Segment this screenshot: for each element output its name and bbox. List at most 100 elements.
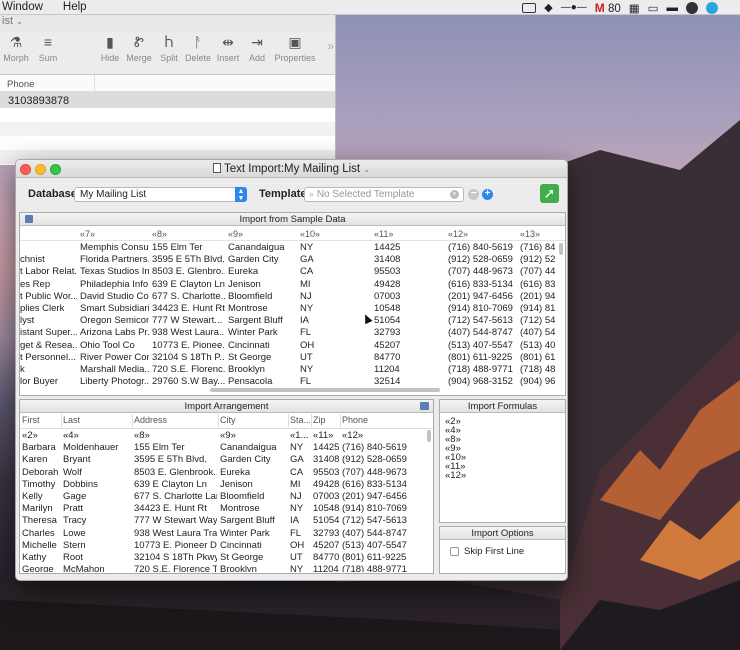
table-cell: Canandaigua: [220, 442, 277, 454]
table-row[interactable]: Timothy Dobbins 639 E Clayton Ln Jenison MI 4…: [20, 479, 430, 491]
sample-column-label[interactable]: «11»: [374, 229, 393, 239]
table-cell: Smart Subsidiari...: [80, 303, 149, 314]
column-header-phone[interactable]: Phone: [0, 75, 335, 92]
arrangement-vertical-scrollbar[interactable]: [427, 430, 431, 442]
table-row[interactable]: Barbara Moldenhauer 155 Elm Ter Canandaigua…: [20, 442, 430, 454]
table-row[interactable]: lor Buyer Liberty Photogr... 29760 S.W Bay…: [20, 376, 560, 386]
formula-item[interactable]: «12»: [445, 471, 466, 481]
table-row[interactable]: Theresa Tracy 777 W Stewart Way Sargent Blu…: [20, 515, 430, 527]
database-popup[interactable]: My Mailing List ▲ ▼: [74, 187, 247, 202]
arrangement-column-label[interactable]: Last: [63, 415, 131, 425]
table-cell: Jenison: [228, 278, 261, 290]
table-cell: Moldenhauer: [63, 442, 119, 454]
arrangement-column-label[interactable]: Phone: [342, 415, 427, 425]
camera-icon[interactable]: [522, 2, 537, 13]
chat-icon[interactable]: ▬: [667, 2, 679, 14]
overflow-chevron-icon[interactable]: »: [327, 39, 334, 53]
table-cell: 3595 E 5Th Blvd.: [152, 254, 225, 266]
chevron-down-icon[interactable]: ⌄: [363, 165, 370, 174]
display-icon[interactable]: ▭: [648, 1, 659, 15]
table-row[interactable]: Marilyn Pratt 34423 E. Hunt Rt Montrose NY 10…: [20, 503, 430, 515]
table-row[interactable]: k Marshall Media... 720 S.E. Florenc... Bro…: [20, 364, 560, 376]
toolbar-label: Morph: [3, 53, 29, 63]
zoom-button[interactable]: [50, 164, 61, 175]
table-cell: Deborah: [22, 466, 59, 478]
add-template-button[interactable]: +: [482, 189, 493, 200]
grid-icon[interactable]: ▦: [629, 1, 640, 15]
minimize-button[interactable]: [35, 164, 46, 175]
title-bar[interactable]: Text Import:My Mailing List ⌄: [16, 160, 567, 178]
save-icon[interactable]: [420, 402, 429, 410]
toolbar-properties-button[interactable]: ▣ Properties: [271, 31, 319, 63]
table-cell: (801) 61: [520, 351, 556, 363]
table-row[interactable]: Charles Lowe 938 West Laura Trail Winter Pa…: [20, 528, 430, 540]
sample-column-label[interactable]: «8»: [152, 229, 167, 239]
properties-icon: ▣: [288, 34, 302, 50]
table-cell: Montrose: [228, 303, 268, 314]
table-row[interactable]: Memphis Consul...155 Elm Ter Canandaigua N…: [20, 242, 560, 254]
formulas-list[interactable]: «2» «4» «8» «9» «10» «11» «12»: [445, 417, 466, 481]
formula-row[interactable]: «2» «4» «8» «9» «1... «11» «12»: [20, 430, 430, 442]
table-cell: (201) 947-6456: [448, 290, 513, 302]
arrangement-column-label[interactable]: First: [22, 415, 60, 425]
table-row[interactable]: Michelle Stern 10773 E. Pioneer Dr Cincinna…: [20, 540, 430, 552]
menu-help[interactable]: Help: [51, 1, 95, 13]
sample-horizontal-scrollbar[interactable]: [210, 388, 440, 392]
table-row[interactable]: Kathy Root 32104 S 18Th Pkwy St George UT 847…: [20, 552, 430, 564]
table-cell: FL: [290, 527, 302, 539]
arrangement-column-label[interactable]: Sta...: [290, 415, 310, 425]
close-button[interactable]: [20, 164, 31, 175]
column-divider: [218, 414, 219, 427]
table-cell: 777 W Stewart...: [152, 315, 223, 327]
sample-column-label[interactable]: «9»: [228, 229, 243, 239]
table-row[interactable]: Karen Bryant 3595 E 5Th Blvd. Garden City GA…: [20, 454, 430, 466]
table-cell: 32793: [313, 527, 339, 539]
arrangement-column-label[interactable]: Address: [134, 415, 217, 425]
table-row[interactable]: lyst Oregon Semicon...777 W Stewart... Sar…: [20, 315, 560, 327]
table-cell: Florida Partners...: [80, 254, 149, 266]
table-cell: 34423 E. Hunt Rt: [134, 503, 207, 515]
arrangement-column-label[interactable]: City: [220, 415, 287, 425]
table-cell: Karen: [22, 454, 48, 466]
remove-template-button[interactable]: −: [468, 189, 479, 200]
sample-column-label[interactable]: «7»: [80, 229, 95, 239]
table-row[interactable]: get & Resea... Ohio Tool Co 10773 E. Pione…: [20, 340, 560, 352]
globe-icon[interactable]: [706, 1, 718, 14]
table-row[interactable]: Kelly Gage 677 S. Charlotte LaneBloomfield…: [20, 491, 430, 503]
table-cell: (513) 407-5547: [448, 339, 513, 351]
table-row[interactable]: t Personnel... River Power Corp.32104 S 1…: [20, 352, 560, 364]
table-cell: OH: [290, 539, 305, 551]
table-row[interactable]: chnist Florida Partners... 3595 E 5Th Blvd…: [20, 254, 560, 266]
arrangement-column-label[interactable]: Zip: [313, 415, 339, 425]
table-cell: 32104 S 18Th P...: [152, 351, 225, 363]
table-row[interactable]: istant Super... Arizona Labs Pr... 938 Wes…: [20, 327, 560, 339]
sample-column-label[interactable]: «13»: [520, 229, 540, 239]
table-row[interactable]: plies Clerk Smart Subsidiari...34423 E. H…: [20, 303, 560, 315]
toolbar-sum-button[interactable]: ≡ Sum: [28, 31, 68, 63]
table-cell: 49428: [374, 278, 401, 290]
clear-icon[interactable]: ×: [450, 190, 459, 199]
sample-column-label[interactable]: «12»: [448, 229, 468, 239]
table-row[interactable]: 3103893878: [0, 92, 335, 108]
table-cell: lyst: [20, 315, 35, 327]
table-row[interactable]: t Labor Relat...Texas Studios In...8503 …: [20, 266, 560, 278]
table-cell: (912) 528-0659: [448, 254, 513, 266]
bullet-icon[interactable]: [686, 1, 698, 14]
skip-first-line-checkbox[interactable]: [450, 547, 459, 556]
gmail-icon[interactable]: M 80: [595, 1, 621, 15]
slider-icon[interactable]: —●—: [561, 2, 587, 13]
sample-column-label[interactable]: «10»: [300, 229, 320, 239]
table-cell: 639 E Clayton Ln: [152, 278, 225, 290]
table-row[interactable]: George McMahon 720 S.E. Florence Ter Brookl…: [20, 564, 430, 572]
table-row[interactable]: t Public Wor... David Studio Co. 677 S. Ch…: [20, 291, 560, 303]
table-row[interactable]: Deborah Wolf 8503 E. Glenbrook... Eureka CA 9…: [20, 467, 430, 479]
dropbox-icon[interactable]: ◆: [544, 1, 552, 14]
table-cell: 07003: [374, 290, 401, 302]
import-go-button[interactable]: ➚: [540, 184, 559, 203]
menu-window[interactable]: Window: [0, 1, 51, 13]
table-row[interactable]: es Rep Philadephia Info... 639 E Clayton L…: [20, 279, 560, 291]
table-icon[interactable]: [25, 215, 33, 223]
template-search-field[interactable]: ⌕ No Selected Template ×: [304, 187, 464, 202]
document-icon: [212, 163, 221, 173]
sample-vertical-scrollbar[interactable]: [559, 243, 563, 255]
